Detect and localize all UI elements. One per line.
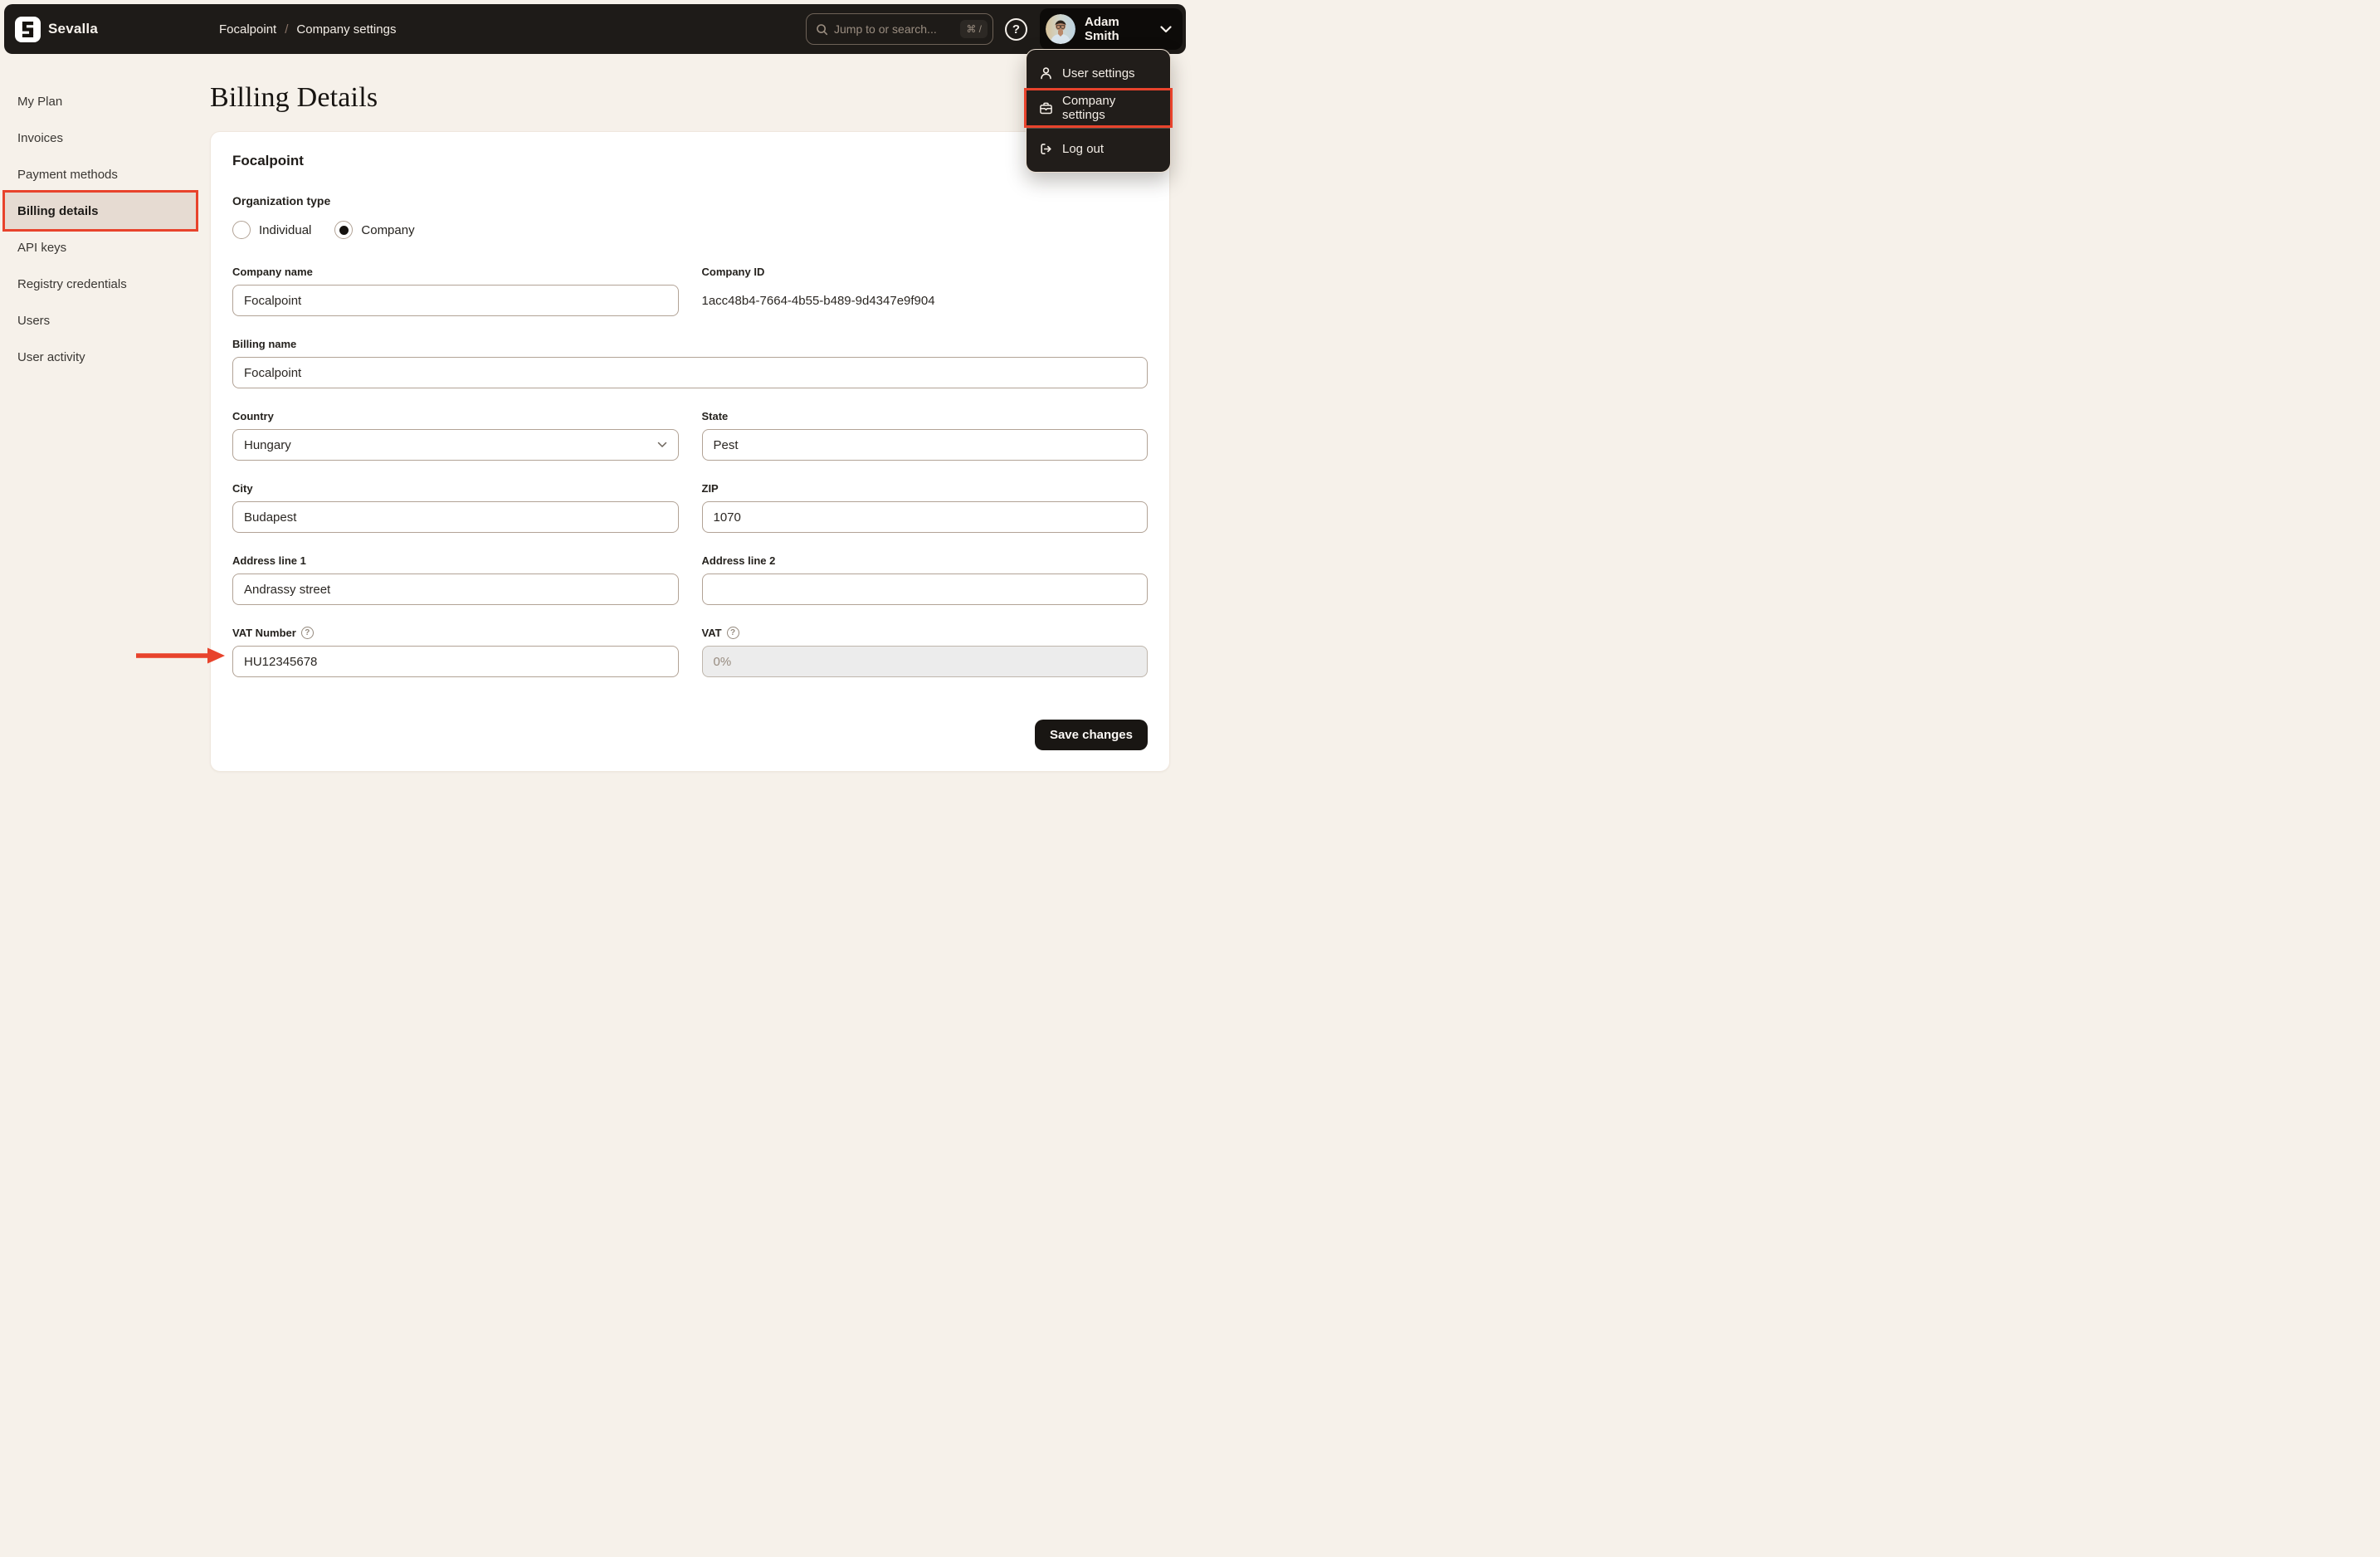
logout-icon	[1039, 142, 1053, 156]
question-mark-glyph: ?	[305, 628, 310, 637]
state-input[interactable]	[701, 429, 1148, 461]
search-shortcut-badge: ⌘ /	[960, 20, 988, 38]
radio-company-circle-icon[interactable]	[334, 221, 354, 239]
city-input[interactable]	[232, 501, 679, 533]
company-heading: Focalpoint	[232, 153, 304, 168]
menu-item-label: Log out	[1062, 141, 1105, 156]
breadcrumb-separator: /	[285, 22, 289, 37]
address-line-2-group: Address line 2	[701, 554, 1148, 605]
radio-option-company[interactable]: Company	[334, 221, 415, 239]
sevalla-logo-icon	[15, 16, 41, 42]
state-group: State	[701, 410, 1148, 461]
annotation-arrow	[136, 647, 226, 664]
city-label: City	[232, 482, 253, 495]
sidebar-item-registry-credentials[interactable]: Registry credentials	[0, 266, 210, 302]
sidebar-item-payment-methods[interactable]: Payment methods	[0, 156, 210, 193]
user-name: Adam Smith	[1085, 15, 1119, 43]
menu-item-label: Company settings	[1062, 94, 1116, 122]
country-select[interactable]: Hungary	[232, 429, 679, 461]
sidebar-item-invoices[interactable]: Invoices	[0, 120, 210, 156]
sidebar-item-billing-details[interactable]: Billing details	[5, 193, 196, 229]
radio-label: Individual	[259, 222, 312, 237]
save-changes-button[interactable]: Save changes	[1034, 720, 1148, 750]
billing-name-input[interactable]	[232, 357, 1148, 388]
topbar: Sevalla Focalpoint / Company settings ⌘ …	[4, 4, 1186, 54]
settings-sidebar: My Plan Invoices Payment methods Billing…	[0, 83, 210, 375]
menu-item-user-settings[interactable]: User settings	[1027, 56, 1170, 90]
address-line-1-input[interactable]	[232, 574, 679, 605]
radio-label: Company	[361, 222, 415, 237]
company-name-group: Company name	[232, 266, 679, 316]
billing-name-label: Billing name	[232, 338, 297, 350]
menu-divider	[1027, 128, 1170, 129]
avatar	[1046, 14, 1075, 44]
address-line-2-input[interactable]	[701, 574, 1148, 605]
billing-name-group: Billing name	[232, 338, 1148, 388]
city-group: City	[232, 482, 679, 533]
search-input[interactable]	[834, 22, 955, 36]
vat-number-help-icon[interactable]: ?	[300, 627, 314, 639]
zip-group: ZIP	[701, 482, 1148, 533]
menu-item-log-out[interactable]: Log out	[1027, 131, 1170, 166]
country-group: Country Hungary	[232, 410, 679, 461]
search-box[interactable]: ⌘ /	[806, 13, 993, 45]
user-menu-button[interactable]: Adam Smith	[1040, 8, 1183, 50]
briefcase-icon	[1039, 101, 1053, 115]
question-mark-icon: ?	[1012, 22, 1021, 37]
user-icon	[1039, 66, 1053, 81]
vat-number-input[interactable]	[232, 646, 679, 677]
company-name-label: Company name	[232, 266, 313, 278]
sidebar-item-my-plan[interactable]: My Plan	[0, 83, 210, 120]
country-label: Country	[232, 410, 274, 422]
address-line-2-label: Address line 2	[701, 554, 776, 567]
billing-details-card: Focalpoint Organization type Individual …	[210, 131, 1170, 772]
vat-input	[701, 646, 1148, 677]
state-label: State	[701, 410, 729, 422]
organization-type-group: Individual Company	[232, 221, 1148, 239]
company-name-input[interactable]	[232, 285, 679, 316]
zip-input[interactable]	[701, 501, 1148, 533]
brand[interactable]: Sevalla	[4, 16, 203, 42]
address-line-1-group: Address line 1	[232, 554, 679, 605]
zip-label: ZIP	[701, 482, 719, 495]
organization-type-label: Organization type	[232, 194, 331, 207]
vat-label: VAT	[701, 627, 722, 639]
company-id-label: Company ID	[701, 266, 765, 278]
chevron-down-icon	[657, 442, 667, 448]
menu-item-label: User settings	[1062, 66, 1135, 81]
user-dropdown-menu: User settings Company settings Log out	[1026, 49, 1171, 173]
search-icon	[816, 23, 828, 36]
company-id-value: 1acc48b4-7664-4b55-b489-9d4347e9f904	[701, 294, 935, 308]
menu-item-company-settings[interactable]: Company settings	[1027, 90, 1170, 125]
chevron-down-icon	[1160, 25, 1172, 33]
address-line-1-label: Address line 1	[232, 554, 306, 567]
vat-group: VAT ?	[701, 627, 1148, 677]
vat-number-label: VAT Number	[232, 627, 296, 639]
company-id-group: Company ID 1acc48b4-7664-4b55-b489-9d434…	[702, 266, 1149, 316]
country-selected-value: Hungary	[244, 437, 291, 452]
radio-individual-circle-icon[interactable]	[232, 221, 251, 239]
help-button[interactable]: ?	[1005, 17, 1027, 41]
sidebar-item-user-activity[interactable]: User activity	[0, 339, 210, 375]
radio-option-individual[interactable]: Individual	[232, 221, 311, 239]
breadcrumb: Focalpoint / Company settings	[219, 22, 396, 37]
brand-name: Sevalla	[48, 21, 99, 37]
vat-help-icon[interactable]: ?	[726, 627, 739, 639]
breadcrumb-item-company-settings[interactable]: Company settings	[296, 22, 396, 37]
sidebar-item-users[interactable]: Users	[0, 302, 210, 339]
sidebar-item-api-keys[interactable]: API keys	[0, 229, 210, 266]
vat-number-group: VAT Number ?	[232, 627, 679, 677]
question-mark-glyph: ?	[730, 628, 736, 637]
breadcrumb-item-focalpoint[interactable]: Focalpoint	[219, 22, 276, 37]
